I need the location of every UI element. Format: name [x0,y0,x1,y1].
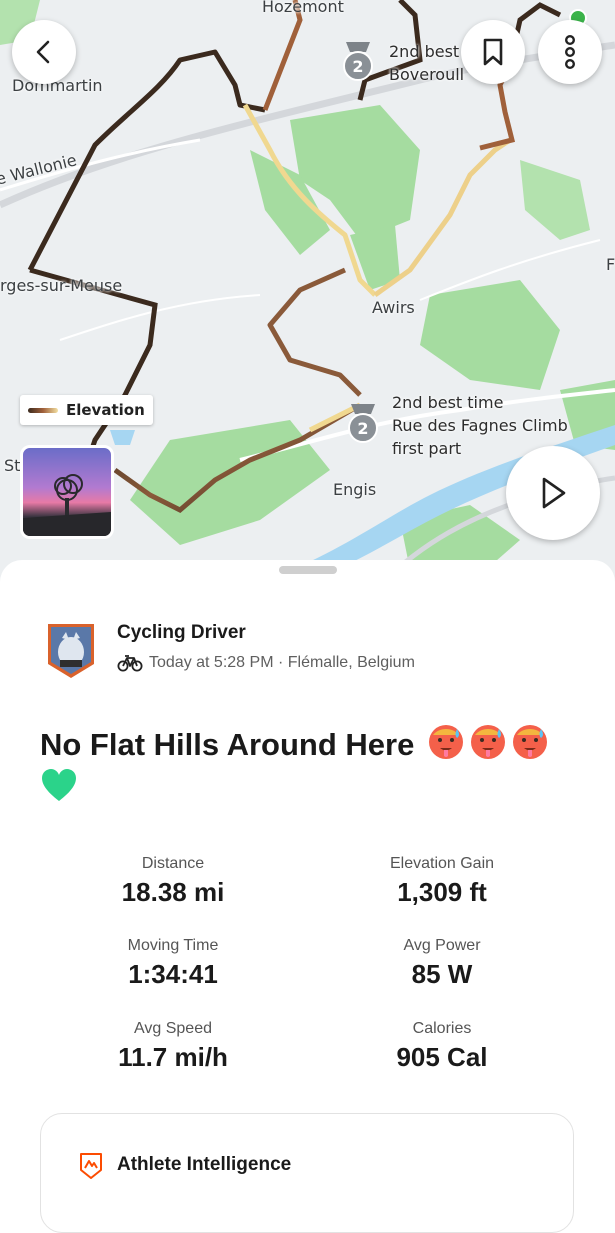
stat-label: Elevation Gain [389,855,495,872]
stat-avg-speed: Avg Speed 11.7 mi/h [43,1020,303,1073]
green-heart-emoji-icon [42,769,76,801]
back-arrow-icon [36,40,50,64]
stat-value: 1:34:41 [128,959,218,989]
hot-face-emoji-icon [428,725,463,759]
stat-label: Moving Time [127,937,219,954]
stat-label: Calories [412,1020,472,1037]
stat-value: 1,309 ft [397,877,487,907]
more-vertical-icon [564,35,575,70]
bike-icon [117,655,143,672]
hot-face-emoji-icon [470,725,505,759]
elevation-legend[interactable]: Elevation [20,395,153,425]
bookmark-button[interactable] [461,20,525,84]
bookmark-icon [483,38,503,66]
drag-handle[interactable] [279,566,337,574]
medal-icon[interactable]: 2 [338,40,378,82]
stat-label: Avg Speed [134,1020,212,1037]
back-button[interactable] [12,20,76,84]
map-label-st: St [4,456,21,475]
activity-details-sheet[interactable]: Cycling Driver Today at 5:28 PM · Flémal… [0,560,615,1233]
activity-photo-thumbnail[interactable] [20,445,114,539]
athlete-intelligence-title: Athlete Intelligence [117,1154,292,1175]
more-options-button[interactable] [538,20,602,84]
stat-value: 11.7 mi/h [118,1042,228,1072]
medal-rank-2: 2 [357,419,368,438]
route-map[interactable]: Hozemont Dommartin e Wallonie rges-sur-M… [0,0,615,585]
map-label-engis-sur-meuse: rges-sur-Meuse [0,276,123,295]
map-label-engis: Engis [333,480,377,499]
stat-label: Distance [141,855,205,872]
stat-elevation-gain: Elevation Gain 1,309 ft [312,855,572,908]
medal-rank-1: 2 [352,57,363,76]
play-flyover-button[interactable] [506,446,600,540]
map-label-hozemont: Hozemont [262,0,344,16]
segment-achievement-1[interactable]: 2nd best Boveroull [389,40,464,86]
stat-distance: Distance 18.38 mi [43,855,303,908]
hot-face-emoji-icon [512,725,547,759]
segment-2-line-1: 2nd best time [392,393,504,412]
stat-calories: Calories 905 Cal [312,1020,572,1073]
stat-value: 85 W [411,959,473,989]
map-label-awirs: Awirs [372,298,415,317]
activity-date-location: Today at 5:28 PM · Flémalle, Belgium [149,654,415,671]
segment-1-line-2: Boveroull [389,65,465,84]
activity-title-text: No Flat Hills Around Here [40,727,415,762]
activity-title[interactable]: No Flat Hills Around Here [40,723,585,811]
activity-meta: Today at 5:28 PM · Flémalle, Belgium [117,654,415,672]
sculpture-silhouette [23,474,111,536]
athlete-intelligence-icon [80,1153,102,1179]
medal-icon[interactable]: 2 [343,402,383,444]
athlete-name[interactable]: Cycling Driver [117,622,246,644]
athlete-intelligence-card[interactable]: Athlete Intelligence [40,1113,574,1233]
stat-avg-power: Avg Power 85 W [312,937,572,990]
elevation-gradient-swatch [28,407,58,413]
stat-value: 905 Cal [396,1042,488,1072]
play-icon [542,477,566,509]
stat-label: Avg Power [403,937,481,954]
elevation-legend-label: Elevation [66,401,145,419]
segment-1-line-1: 2nd best [389,42,460,61]
athlete-avatar[interactable] [44,622,98,680]
stat-moving-time: Moving Time 1:34:41 [43,937,303,990]
stat-value: 18.38 mi [121,877,225,907]
map-label-f: F [606,255,615,274]
segment-2-line-2: Rue des Fagnes Climb [392,416,568,435]
